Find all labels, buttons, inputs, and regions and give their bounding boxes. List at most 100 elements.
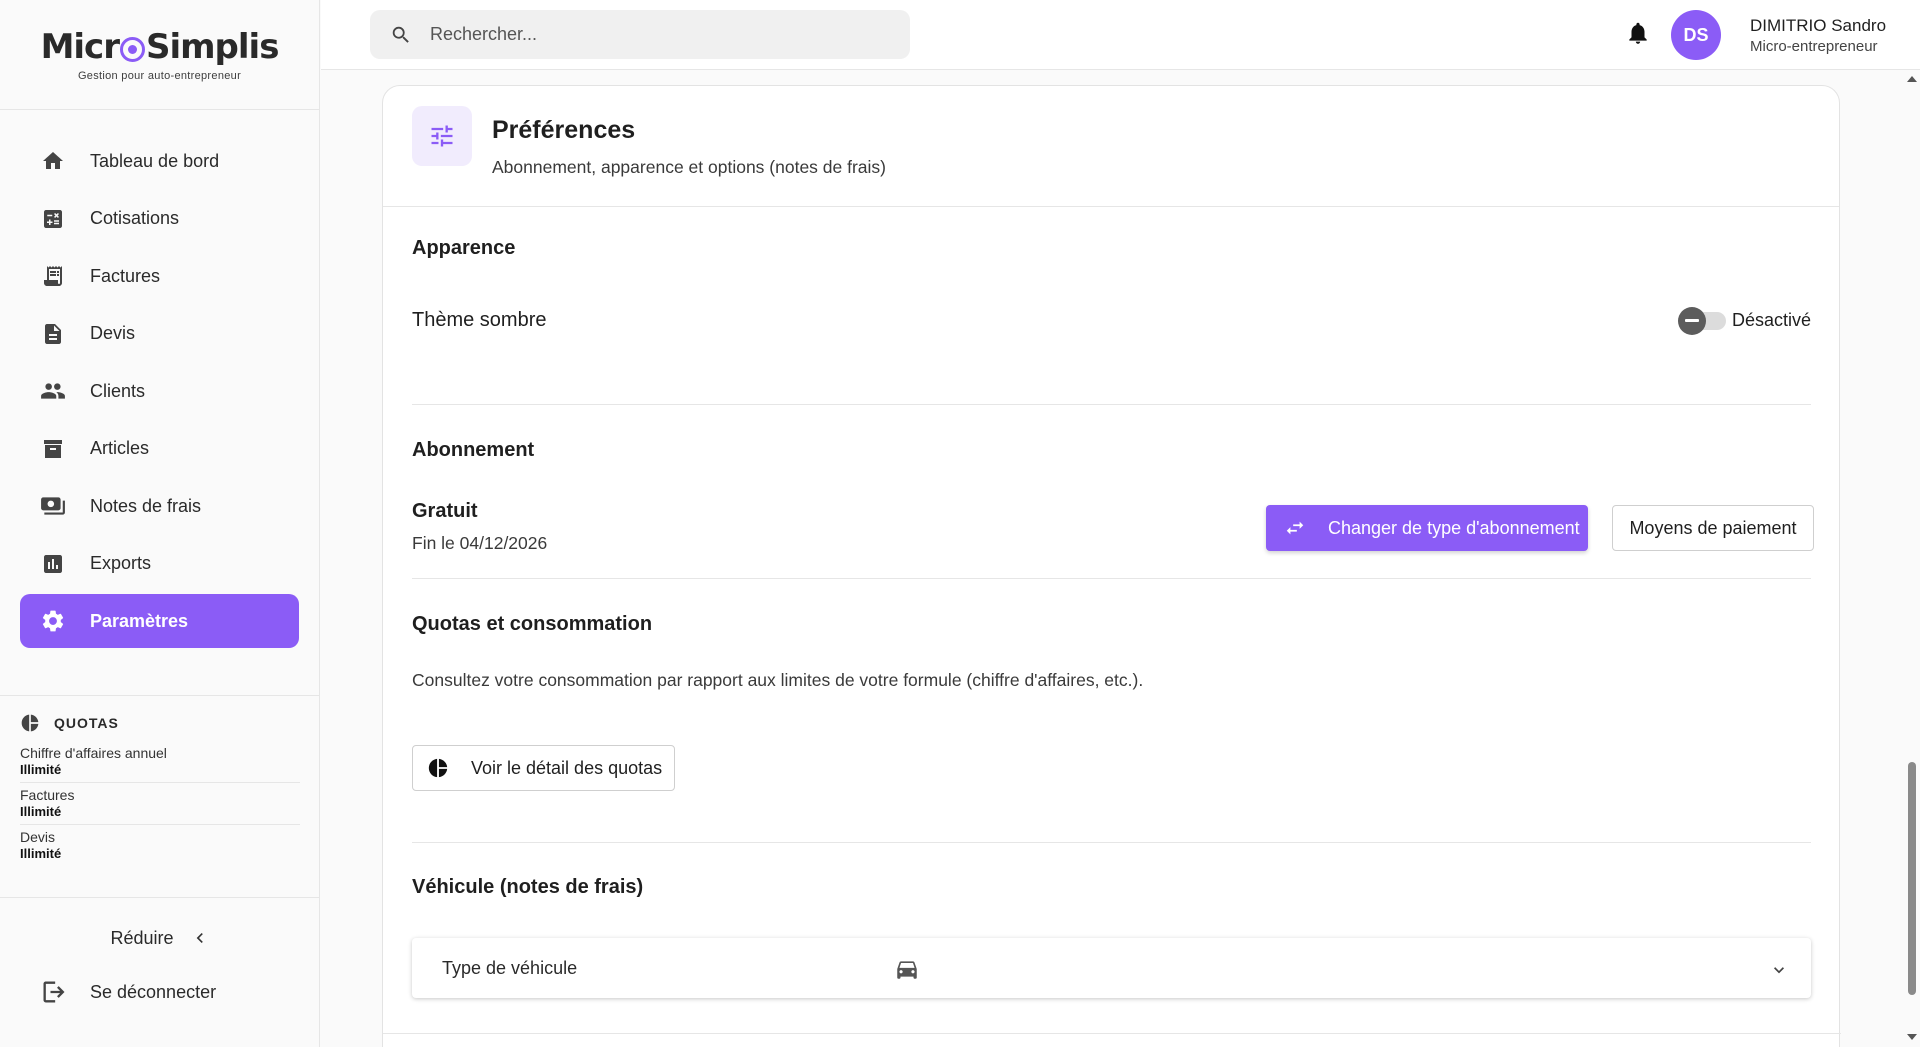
search-bar[interactable] [370,10,910,59]
appearance-title: Apparence [412,237,516,259]
calculator-icon [40,206,66,232]
logout-icon [40,978,68,1006]
divider [412,842,1811,843]
plan-end-date: Fin le 04/12/2026 [412,533,548,553]
home-icon [40,148,66,174]
divider [412,404,1811,405]
payment-methods-button[interactable]: Moyens de paiement [1612,505,1814,551]
change-subscription-label: Changer de type d'abonnement [1328,517,1580,538]
logout-button[interactable]: Se déconnecter [0,972,320,1012]
vehicle-title: Véhicule (notes de frais) [412,876,644,898]
quota-item: Factures Illimité [20,783,300,825]
change-subscription-button[interactable]: Changer de type d'abonnement [1266,505,1588,551]
brand-logo[interactable]: Micr Simplis Gestion pour auto-entreprene… [0,0,319,110]
document-icon [40,321,66,347]
appearance-section: Apparence [412,237,1811,260]
chevron-down-icon [1769,960,1789,980]
subscription-title: Abonnement [412,439,535,461]
quota-value: Illimité [20,846,62,861]
reduce-label: Réduire [110,927,174,948]
quotas-description-wrap: Consultez votre consommation par rapport… [412,670,1811,691]
quota-label: Devis [20,829,56,845]
scroll-down-arrow[interactable] [1907,1034,1917,1040]
search-input[interactable] [430,24,870,45]
sidebar-item-factures[interactable]: Factures [20,249,299,303]
sidebar-item-cotisations[interactable]: Cotisations [20,192,299,246]
plan-name: Gratuit [412,500,478,522]
brand-name-left: Micr [40,27,120,67]
bar-chart-icon [40,551,66,577]
sidebar-item-articles[interactable]: Articles [20,422,299,476]
toggle-knob [1677,306,1706,335]
vehicle-section: Véhicule (notes de frais) [412,876,1811,899]
toggle-track [1677,306,1726,335]
dark-theme-toggle[interactable]: Désactivé [1677,306,1811,335]
sidebar-item-label: Articles [90,438,150,458]
sidebar-item-label: Factures [90,265,161,286]
target-logo-icon [119,36,145,62]
pie-chart-icon [427,757,449,779]
bell-icon [1625,20,1651,46]
swap-icon [1284,517,1306,539]
user-name: DIMITRIO Sandro [1750,16,1887,35]
card-header: Préférences Abonnement, apparence et opt… [383,86,1839,207]
sidebar-item-label: Paramètres [90,610,189,631]
sidebar-footer: Réduire Se déconnecter [0,897,320,1012]
vehicle-type-label: Type de véhicule [442,957,578,978]
view-quotas-label: Voir le détail des quotas [471,757,663,778]
sidebar-item-parametres[interactable]: Paramètres [20,594,299,648]
quota-label: Factures [20,787,75,803]
sidebar-item-label: Clients [90,380,146,401]
dark-theme-row: Thème sombre Désactivé [412,306,1811,335]
user-info[interactable]: DIMITRIO Sandro Micro-entrepreneur [1750,16,1886,55]
logout-label: Se déconnecter [90,981,217,1002]
notifications-button[interactable] [1625,20,1651,46]
sidebar: Micr Simplis Gestion pour auto-entreprene… [0,0,320,1047]
sidebar-item-label: Devis [90,323,136,343]
sidebar-item-label: Cotisations [90,208,180,228]
archive-icon [40,436,66,462]
sidebar-quotas: QUOTAS Chiffre d'affaires annuel Illimit… [0,695,320,866]
scroll-up-arrow[interactable] [1907,76,1917,82]
search-icon [390,24,412,46]
quota-value: Illimité [20,762,62,777]
brand-name-right: Simplis [145,27,279,67]
preferences-card: Préférences Abonnement, apparence et opt… [382,85,1841,1047]
sidebar-item-exports[interactable]: Exports [20,537,299,591]
topbar: DS DIMITRIO Sandro Micro-entrepreneur [321,0,1920,70]
quota-value: Illimité [20,804,62,819]
sidebar-item-clients[interactable]: Clients [20,364,299,418]
quotas-description: Consultez votre consommation par rapport… [412,670,1144,690]
brand-name: Micr Simplis [40,27,280,67]
quota-item: Chiffre d'affaires annuel Illimité [20,741,300,783]
quotas-title: QUOTAS [54,715,119,731]
people-icon [40,378,66,404]
quotas-header: QUOTAS [20,713,300,733]
scroll-thumb[interactable] [1908,762,1916,995]
sidebar-item-devis[interactable]: Devis [20,307,299,361]
subscription-section: Abonnement [412,439,1811,462]
dark-theme-state: Désactivé [1731,310,1811,330]
page-subtitle: Abonnement, apparence et options (notes … [492,157,886,177]
brand-tagline: Gestion pour auto-entrepreneur [77,70,242,82]
view-quotas-button[interactable]: Voir le détail des quotas [412,745,675,791]
avatar[interactable]: DS [1671,10,1721,60]
chevron-left-icon [190,928,210,948]
pie-chart-icon [20,713,40,733]
divider [383,1033,1841,1034]
sidebar-item-notes-de-frais[interactable]: Notes de frais [20,479,299,533]
sidebar-item-label: Exports [90,553,152,573]
tune-icon [412,106,472,166]
quotas-section-title: Quotas et consommation [412,613,653,635]
user-role: Micro-entrepreneur [1750,38,1878,55]
sidebar-item-label: Notes de frais [90,495,202,516]
quota-item: Devis Illimité [20,825,300,866]
quota-label: Chiffre d'affaires annuel [20,745,167,761]
quotas-section: Quotas et consommation [412,613,1811,636]
sidebar-item-tableau-de-bord[interactable]: Tableau de bord [20,134,299,188]
receipt-icon [40,263,66,289]
money-icon [40,493,66,519]
car-icon [894,956,920,982]
dark-theme-label: Thème sombre [412,309,547,331]
vehicle-type-select[interactable]: Type de véhicule [412,938,1811,998]
